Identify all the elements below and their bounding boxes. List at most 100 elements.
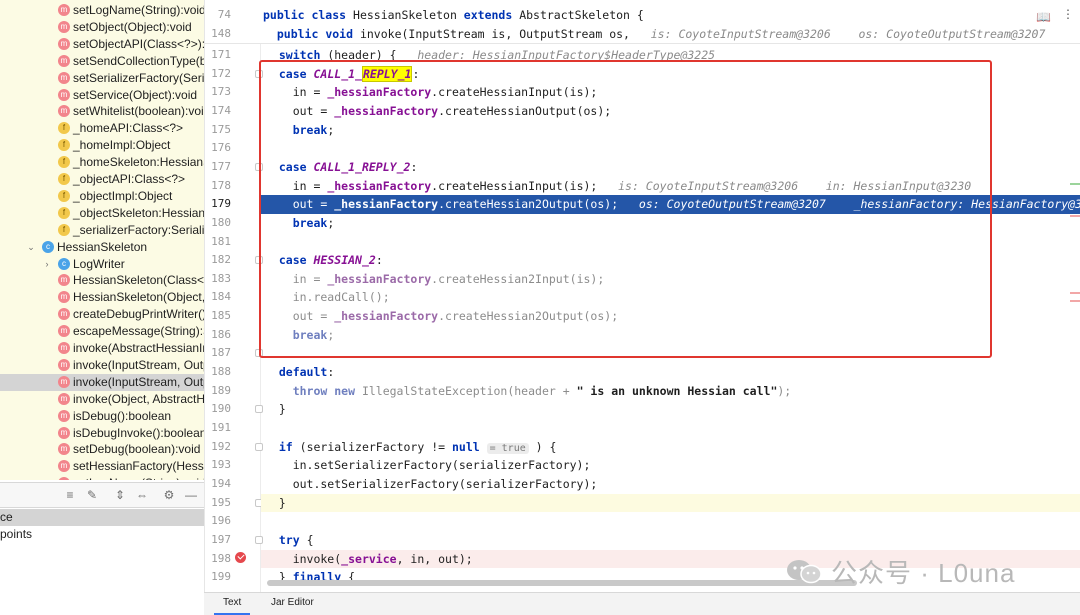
tree-item[interactable]: m HessianSkeleton(Class<? (0, 272, 204, 289)
tree-item[interactable]: f _serializerFactory:Serializ (0, 222, 204, 239)
code-line[interactable]: case HESSIAN_2: (261, 251, 1080, 270)
line-number: 194 (211, 476, 231, 490)
more-options-icon[interactable]: ⋮ (1062, 7, 1074, 21)
line-number: 176 (211, 141, 231, 155)
code-line[interactable]: throw new IllegalStateException(header +… (261, 382, 1080, 401)
class-icon: c (58, 257, 70, 270)
field-icon: f (58, 223, 70, 236)
line-number: 174 (211, 103, 231, 117)
code-line[interactable]: out.setSerializerFactory(serializerFacto… (261, 475, 1080, 494)
code-line[interactable] (261, 344, 1080, 363)
code-line[interactable]: case CALL_1_REPLY_1: (261, 65, 1080, 84)
method-icon: m (58, 325, 70, 338)
code-line[interactable]: out = _hessianFactory.createHessian2Outp… (261, 307, 1080, 326)
tree-item[interactable]: f _homeSkeleton:HessianS (0, 154, 204, 171)
tree-item-label: setService(Object):void (73, 87, 198, 102)
tree-item[interactable]: f _homeImpl:Object (0, 137, 204, 154)
code-line[interactable] (261, 419, 1080, 438)
tree-item[interactable]: m isDebugInvoke():boolean (0, 425, 204, 442)
tree-item[interactable]: m setObject(Object):void (0, 19, 204, 36)
tree-item[interactable]: m setSendCollectionType(bo (0, 53, 204, 70)
scroll-marker (1070, 292, 1080, 294)
tree-item[interactable]: m invoke(Object, AbstractH (0, 391, 204, 408)
code-line[interactable]: if (serializerFactory != null = true ) { (261, 438, 1080, 457)
code-area[interactable]: switch (header) { header: HessianInputFa… (261, 0, 1080, 592)
tree-item[interactable]: msetLogName(String):void (0, 2, 204, 19)
sticky-code-line[interactable]: public void invoke(InputStream is, Outpu… (263, 25, 1080, 44)
code-line[interactable]: } (261, 493, 1080, 513)
tree-item-label: HessianSkeleton (57, 239, 148, 254)
tree-item[interactable]: m isDebug():boolean (0, 408, 204, 425)
collapse-all-icon[interactable]: ⇔ (135, 488, 149, 502)
line-gutter[interactable]: 171 172 173 174 175 176 177 178 179 180 181 182 183 1… (205, 0, 263, 592)
code-line[interactable]: case CALL_1_REPLY_2: (261, 158, 1080, 177)
tree-item[interactable]: m setSerializerFactory(Seria (0, 70, 204, 87)
tree-item-label: _homeImpl:Object (73, 138, 171, 153)
method-icon: m (58, 409, 70, 422)
code-line[interactable]: try { (261, 531, 1080, 550)
code-line[interactable]: in.readCall(); (261, 288, 1080, 307)
code-line[interactable]: out = _hessianFactory.createHessianOutpu… (261, 102, 1080, 121)
tree-item-label: setHessianFactory(Hessia (73, 459, 204, 474)
code-line[interactable] (261, 233, 1080, 252)
tree-item[interactable]: m escapeMessage(String):S (0, 323, 204, 340)
sort-icon[interactable]: ≡ (63, 488, 77, 502)
code-line[interactable]: break; (261, 214, 1080, 233)
horizontal-scrollbar[interactable] (267, 580, 857, 586)
tab-jar-editor[interactable]: Jar Editor (262, 593, 323, 615)
code-line[interactable]: switch (header) { header: HessianInputFa… (261, 46, 1080, 65)
field-icon: f (58, 139, 70, 152)
reader-mode-icon[interactable]: 📖 (1036, 10, 1051, 24)
chevron-right-icon[interactable]: › (42, 256, 52, 273)
tree-item-label: createDebugPrintWriter() (73, 307, 204, 322)
scroll-marker (1070, 215, 1080, 217)
tree-item[interactable]: f _objectSkeleton:HessianS (0, 205, 204, 222)
expand-all-icon[interactable]: ⇕ (113, 488, 127, 502)
tree-item[interactable]: › c LogWriter (0, 256, 204, 273)
tree-item[interactable]: m invoke(AbstractHessianIn (0, 340, 204, 357)
tree-item[interactable]: ⌄ c HessianSkeleton (0, 239, 204, 256)
line-number: 182 (211, 253, 231, 267)
code-line[interactable]: break; (261, 326, 1080, 345)
code-line[interactable]: in = _hessianFactory.createHessian2Input… (261, 270, 1080, 289)
tree-item[interactable]: m invoke(InputStream, Outp (0, 357, 204, 374)
code-line[interactable]: break; (261, 121, 1080, 140)
method-icon: m (58, 443, 70, 456)
class-icon: c (42, 240, 54, 253)
gear-icon[interactable]: ⚙ (162, 488, 176, 502)
panel-item[interactable]: ce (0, 509, 204, 526)
breakpoint-icon[interactable] (235, 552, 246, 563)
code-editor[interactable]: 171 172 173 174 175 176 177 178 179 180 181 182 183 1… (204, 0, 1080, 592)
edit-icon[interactable]: ✎ (85, 488, 99, 502)
tree-item[interactable]: f _objectImpl:Object (0, 188, 204, 205)
tree-item[interactable]: m setService(Object):void (0, 87, 204, 104)
tree-item[interactable]: m HessianSkeleton(Object, (0, 289, 204, 306)
tab-text[interactable]: Text (214, 593, 251, 615)
tree-item[interactable]: m setObjectAPI(Class<?>):v (0, 36, 204, 53)
code-line[interactable]: } (261, 400, 1080, 419)
code-line[interactable]: default: (261, 363, 1080, 382)
method-icon: m (58, 477, 70, 480)
current-execution-line[interactable]: out = _hessianFactory.createHessian2Outp… (261, 195, 1080, 214)
code-line[interactable]: in = _hessianFactory.createHessianInput(… (261, 83, 1080, 102)
tree-item[interactable]: m setWhitelist(boolean):voi (0, 103, 204, 120)
tree-item[interactable]: m setDebug(boolean):void (0, 441, 204, 458)
tree-item[interactable]: f _homeAPI:Class<?> (0, 120, 204, 137)
panel-item[interactable]: points (0, 526, 204, 543)
sticky-code-line[interactable]: public class HessianSkeleton extends Abs… (263, 6, 1080, 25)
tree-item[interactable]: m createDebugPrintWriter() (0, 306, 204, 323)
tree-item[interactable]: m setHessianFactory(Hessia (0, 458, 204, 475)
tree-item[interactable]: m invoke(InputStream, Outp (0, 373, 204, 391)
watermark-text: 公众号 · L0una (831, 557, 1016, 588)
line-number: 196 (211, 514, 231, 528)
code-line[interactable] (261, 512, 1080, 531)
line-number: 175 (211, 122, 231, 136)
chevron-down-icon[interactable]: ⌄ (26, 239, 36, 256)
tree-item[interactable]: f _objectAPI:Class<?> (0, 171, 204, 188)
code-line[interactable] (261, 139, 1080, 158)
hide-icon[interactable]: — (184, 488, 198, 502)
line-number: 193 (211, 458, 231, 472)
tree-item[interactable]: msetLogName(String):void (0, 475, 204, 480)
code-line[interactable]: in = _hessianFactory.createHessianInput(… (261, 177, 1080, 196)
code-line[interactable]: in.setSerializerFactory(serializerFactor… (261, 456, 1080, 475)
